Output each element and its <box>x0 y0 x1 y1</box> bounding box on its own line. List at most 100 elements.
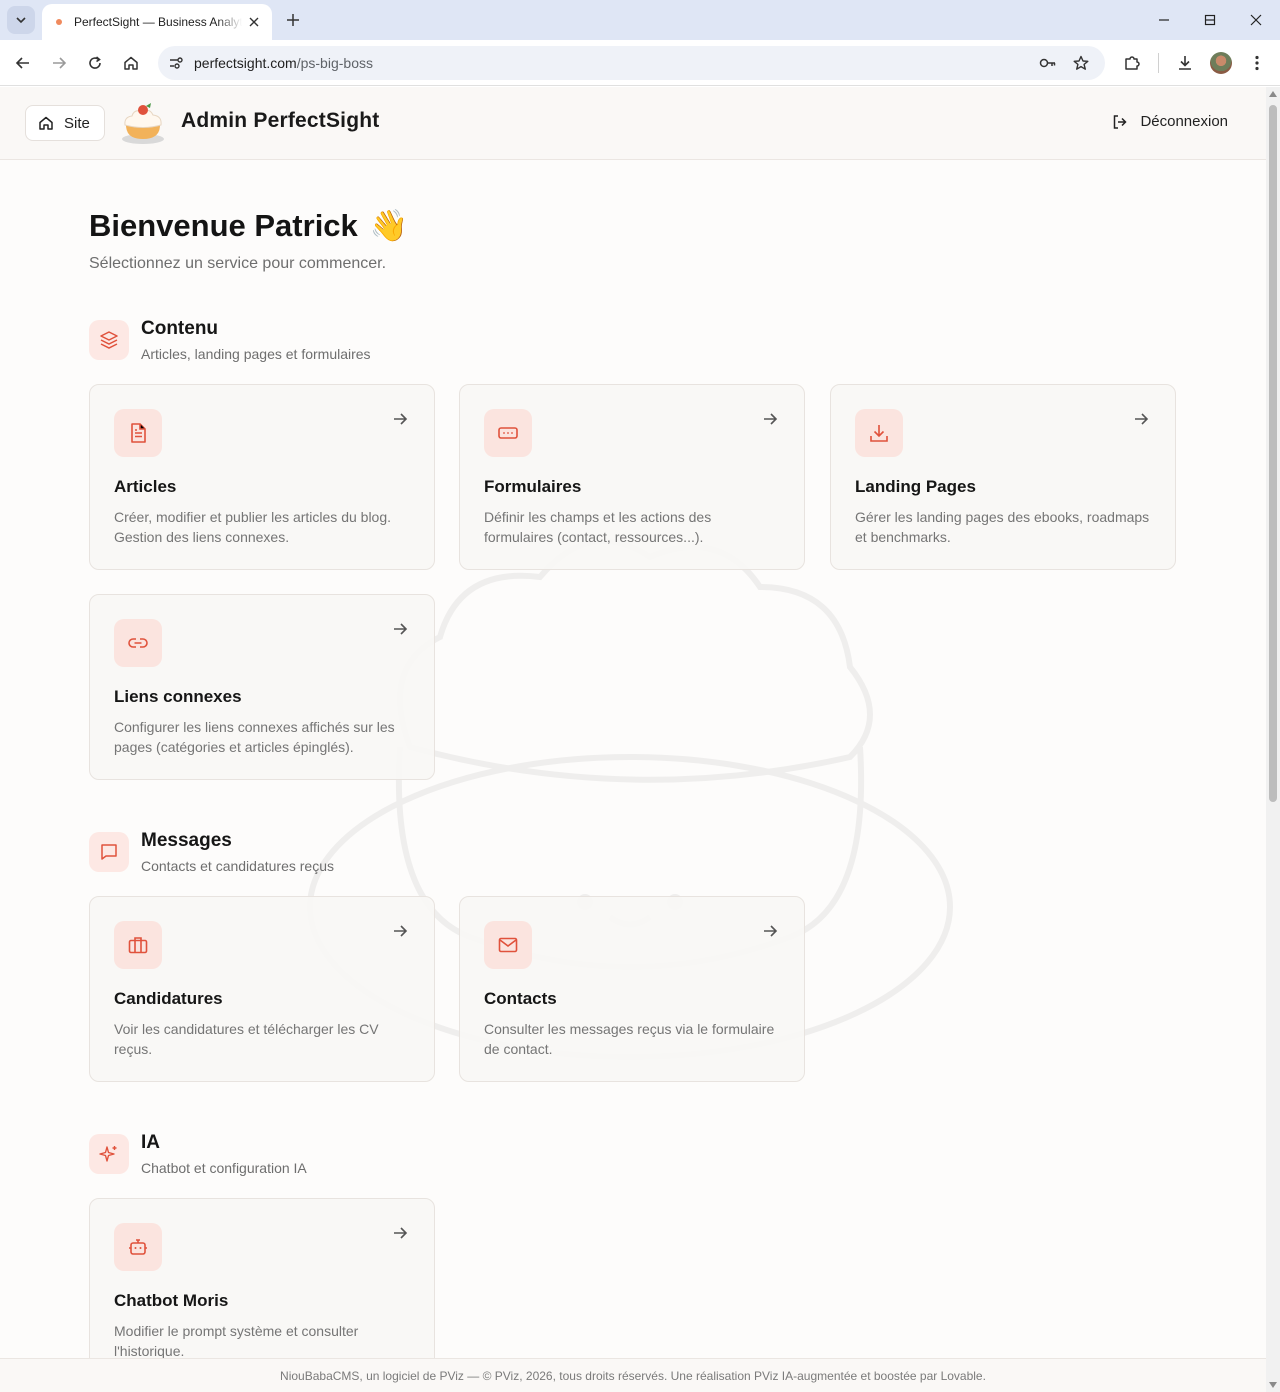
sparkles-icon <box>89 1134 129 1174</box>
site-button-label: Site <box>64 114 90 132</box>
chevron-down-icon <box>16 17 26 24</box>
welcome-heading: Bienvenue Patrick 👋 <box>89 207 408 244</box>
card-description: Configurer les liens connexes affichés s… <box>114 719 395 755</box>
close-icon[interactable] <box>246 14 262 30</box>
password-key-icon[interactable] <box>1036 51 1060 75</box>
card-articles[interactable]: Articles Créer, modifier et publier les … <box>89 384 435 570</box>
url-domain: perfectsight.com <box>194 55 297 71</box>
tab-search-button[interactable] <box>7 6 35 34</box>
message-square-icon <box>89 832 129 872</box>
arrow-right-icon <box>390 409 410 429</box>
section-subtitle-contenu: Articles, landing pages et formulaires <box>141 346 371 362</box>
card-title: Landing Pages <box>855 477 976 496</box>
new-tab-button[interactable] <box>282 9 304 31</box>
section-subtitle-messages: Contacts et candidatures reçus <box>141 858 334 874</box>
url-text: perfectsight.com/ps-big-boss <box>194 55 373 71</box>
arrow-right-icon <box>53 57 67 69</box>
scroll-up-icon[interactable] <box>1269 91 1277 97</box>
card-description: Définir les champs et les actions des fo… <box>484 509 712 545</box>
tab-title: PerfectSight — Business Analytics <box>74 15 242 29</box>
logout-label: Déconnexion <box>1140 113 1228 130</box>
card-title: Contacts <box>484 989 557 1008</box>
favicon-icon <box>52 15 66 29</box>
reload-button[interactable] <box>83 51 107 75</box>
arrow-right-icon <box>1131 409 1151 429</box>
card-landing-pages[interactable]: Landing Pages Gérer les landing pages de… <box>830 384 1176 570</box>
more-vertical-icon <box>1255 55 1259 71</box>
layers-icon <box>89 320 129 360</box>
browser-toolbar: perfectsight.com/ps-big-boss <box>0 40 1280 86</box>
url-path: /ps-big-boss <box>296 55 373 71</box>
logout-button[interactable]: Déconnexion <box>1112 113 1228 130</box>
baba-cake-logo-icon <box>122 103 164 144</box>
card-title: Liens connexes <box>114 687 242 706</box>
footer-text: NiouBabaCMS, un logiciel de PViz — © PVi… <box>280 1368 986 1383</box>
section-subtitle-ia: Chatbot et configuration IA <box>141 1160 307 1176</box>
reload-icon <box>89 56 101 69</box>
card-description: Modifier le prompt système et consulter … <box>114 1323 359 1359</box>
address-bar[interactable]: perfectsight.com/ps-big-boss <box>158 46 1105 80</box>
card-candidatures[interactable]: Candidatures Voir les candidatures et té… <box>89 896 435 1082</box>
waving-hand-icon: 👋 <box>369 208 409 243</box>
card-title: Articles <box>114 477 177 496</box>
mail-icon <box>484 921 532 969</box>
logout-icon <box>1114 114 1127 129</box>
page-viewport: Site Admin PerfectSight Déconnexion Bien… <box>0 87 1266 1392</box>
maximize-icon <box>1204 14 1216 26</box>
download-icon <box>1179 56 1191 70</box>
section-title-ia: IA <box>141 1132 160 1153</box>
arrow-left-icon <box>15 57 29 69</box>
section-title-contenu: Contenu <box>141 318 219 339</box>
site-info-icon[interactable] <box>164 51 188 75</box>
card-title: Formulaires <box>484 477 582 496</box>
arrow-right-icon <box>760 409 780 429</box>
home-icon <box>124 56 138 70</box>
bot-icon <box>114 1223 162 1271</box>
downloads-button[interactable] <box>1173 51 1197 75</box>
card-chatbot-moris[interactable]: Chatbot Moris Modifier le prompt système… <box>89 1198 435 1384</box>
close-window-button[interactable] <box>1244 8 1268 32</box>
bookmark-star-icon[interactable] <box>1069 51 1093 75</box>
card-contacts[interactable]: Contacts Consulter les messages reçus vi… <box>459 896 805 1082</box>
browser-tab-active[interactable]: PerfectSight — Business Analytics <box>42 4 272 40</box>
form-input-icon <box>484 409 532 457</box>
minimize-icon <box>1159 19 1169 21</box>
profile-avatar[interactable] <box>1210 52 1232 74</box>
page-scrollbar[interactable] <box>1266 87 1280 1392</box>
scroll-down-icon[interactable] <box>1269 1382 1277 1388</box>
forward-button[interactable] <box>47 51 71 75</box>
home-button[interactable] <box>119 51 143 75</box>
puzzle-icon <box>1125 56 1140 70</box>
back-button[interactable] <box>11 51 35 75</box>
card-description: Gérer les landing pages des ebooks, road… <box>855 509 1150 545</box>
plus-icon <box>287 14 299 26</box>
card-description: Consulter les messages reçus via le form… <box>484 1021 775 1057</box>
close-icon <box>1250 14 1262 26</box>
extensions-button[interactable] <box>1120 51 1144 75</box>
file-text-icon <box>114 409 162 457</box>
download-icon <box>855 409 903 457</box>
scroll-thumb[interactable] <box>1269 105 1277 802</box>
minimize-button-alt[interactable] <box>1152 8 1176 32</box>
welcome-title: Bienvenue Patrick <box>89 207 358 243</box>
card-liens-connexes[interactable]: Liens connexes Configurer les liens conn… <box>89 594 435 780</box>
briefcase-icon <box>114 921 162 969</box>
arrow-right-icon <box>390 1223 410 1243</box>
home-icon <box>39 116 53 130</box>
arrow-right-icon <box>760 921 780 941</box>
card-title: Chatbot Moris <box>114 1291 229 1310</box>
admin-title: Admin PerfectSight <box>181 109 380 132</box>
link-icon <box>114 619 162 667</box>
card-description: Voir les candidatures et télécharger les… <box>114 1021 379 1057</box>
maximize-button[interactable] <box>1198 8 1222 32</box>
arrow-right-icon <box>390 619 410 639</box>
site-button[interactable]: Site <box>25 105 105 141</box>
admin-header: Site Admin PerfectSight Déconnexion <box>0 87 1266 160</box>
toolbar-separator <box>1158 53 1159 73</box>
card-description: Créer, modifier et publier les articles … <box>114 509 392 545</box>
browser-tabbar: PerfectSight — Business Analytics <box>0 0 1280 40</box>
welcome-subtitle: Sélectionnez un service pour commencer. <box>89 255 387 272</box>
card-formulaires[interactable]: Formulaires Définir les champs et les ac… <box>459 384 805 570</box>
browser-menu-button[interactable] <box>1245 51 1269 75</box>
page-footer: NiouBabaCMS, un logiciel de PViz — © PVi… <box>0 1358 1266 1392</box>
